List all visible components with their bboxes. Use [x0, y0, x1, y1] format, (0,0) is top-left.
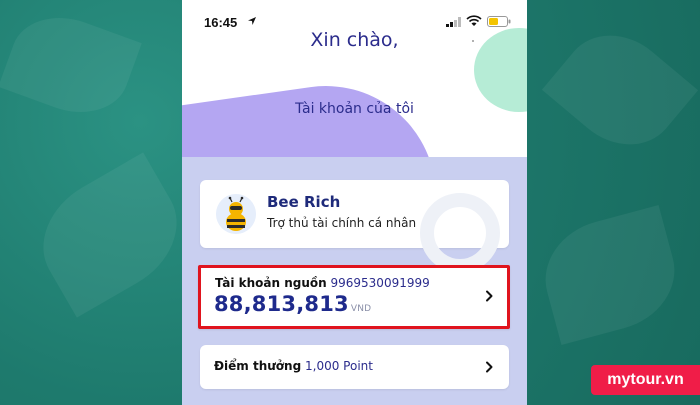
chevron-right-icon[interactable]	[483, 361, 495, 373]
signal-icon	[446, 17, 461, 27]
my-account-heading: Tài khoản của tôi	[295, 101, 414, 117]
mytour-watermark: mytour.vn	[591, 365, 700, 395]
reward-points-label: Điểm thưởng	[214, 359, 302, 373]
reward-points-value: 1,000 Point	[305, 359, 373, 373]
source-account-number: 9969530091999	[330, 276, 430, 290]
source-account-label: Tài khoản nguồn	[215, 276, 327, 290]
balance-currency: VND	[350, 304, 372, 314]
reward-points-line: Điểm thưởng 1,000 Point	[214, 359, 373, 373]
location-arrow-icon	[248, 17, 256, 25]
reward-points-card[interactable]: Điểm thưởng 1,000 Point	[200, 345, 509, 389]
bee-avatar-icon	[216, 194, 256, 234]
balance-line: 88,813,813 VND	[214, 292, 371, 316]
source-account-card[interactable]: Tài khoản nguồn 9969530091999 88,813,813…	[198, 265, 510, 329]
balance-amount: 88,813,813	[214, 292, 349, 316]
progress-ring-decoration	[420, 193, 500, 273]
source-account-line: Tài khoản nguồn 9969530091999	[215, 276, 430, 290]
leaf-decoration	[541, 13, 699, 167]
status-time: 16:45	[204, 15, 238, 30]
content-area: Bee Rich Trợ thủ tài chính cá nhân Tài k…	[182, 157, 527, 405]
wifi-icon	[466, 15, 482, 26]
leaf-decoration	[21, 152, 199, 318]
greeting-text: Xin chào,	[310, 29, 399, 51]
leaf-decoration	[532, 205, 688, 345]
battery-icon	[487, 16, 511, 27]
leaf-decoration	[0, 2, 142, 128]
chevron-right-icon[interactable]	[483, 290, 495, 302]
assistant-subtitle: Trợ thủ tài chính cá nhân	[267, 216, 417, 230]
phone-screen: 16:45 Xin chào, Tài khoản của tôi Bee Ri…	[182, 0, 527, 405]
assistant-name: Bee Rich	[267, 193, 341, 211]
